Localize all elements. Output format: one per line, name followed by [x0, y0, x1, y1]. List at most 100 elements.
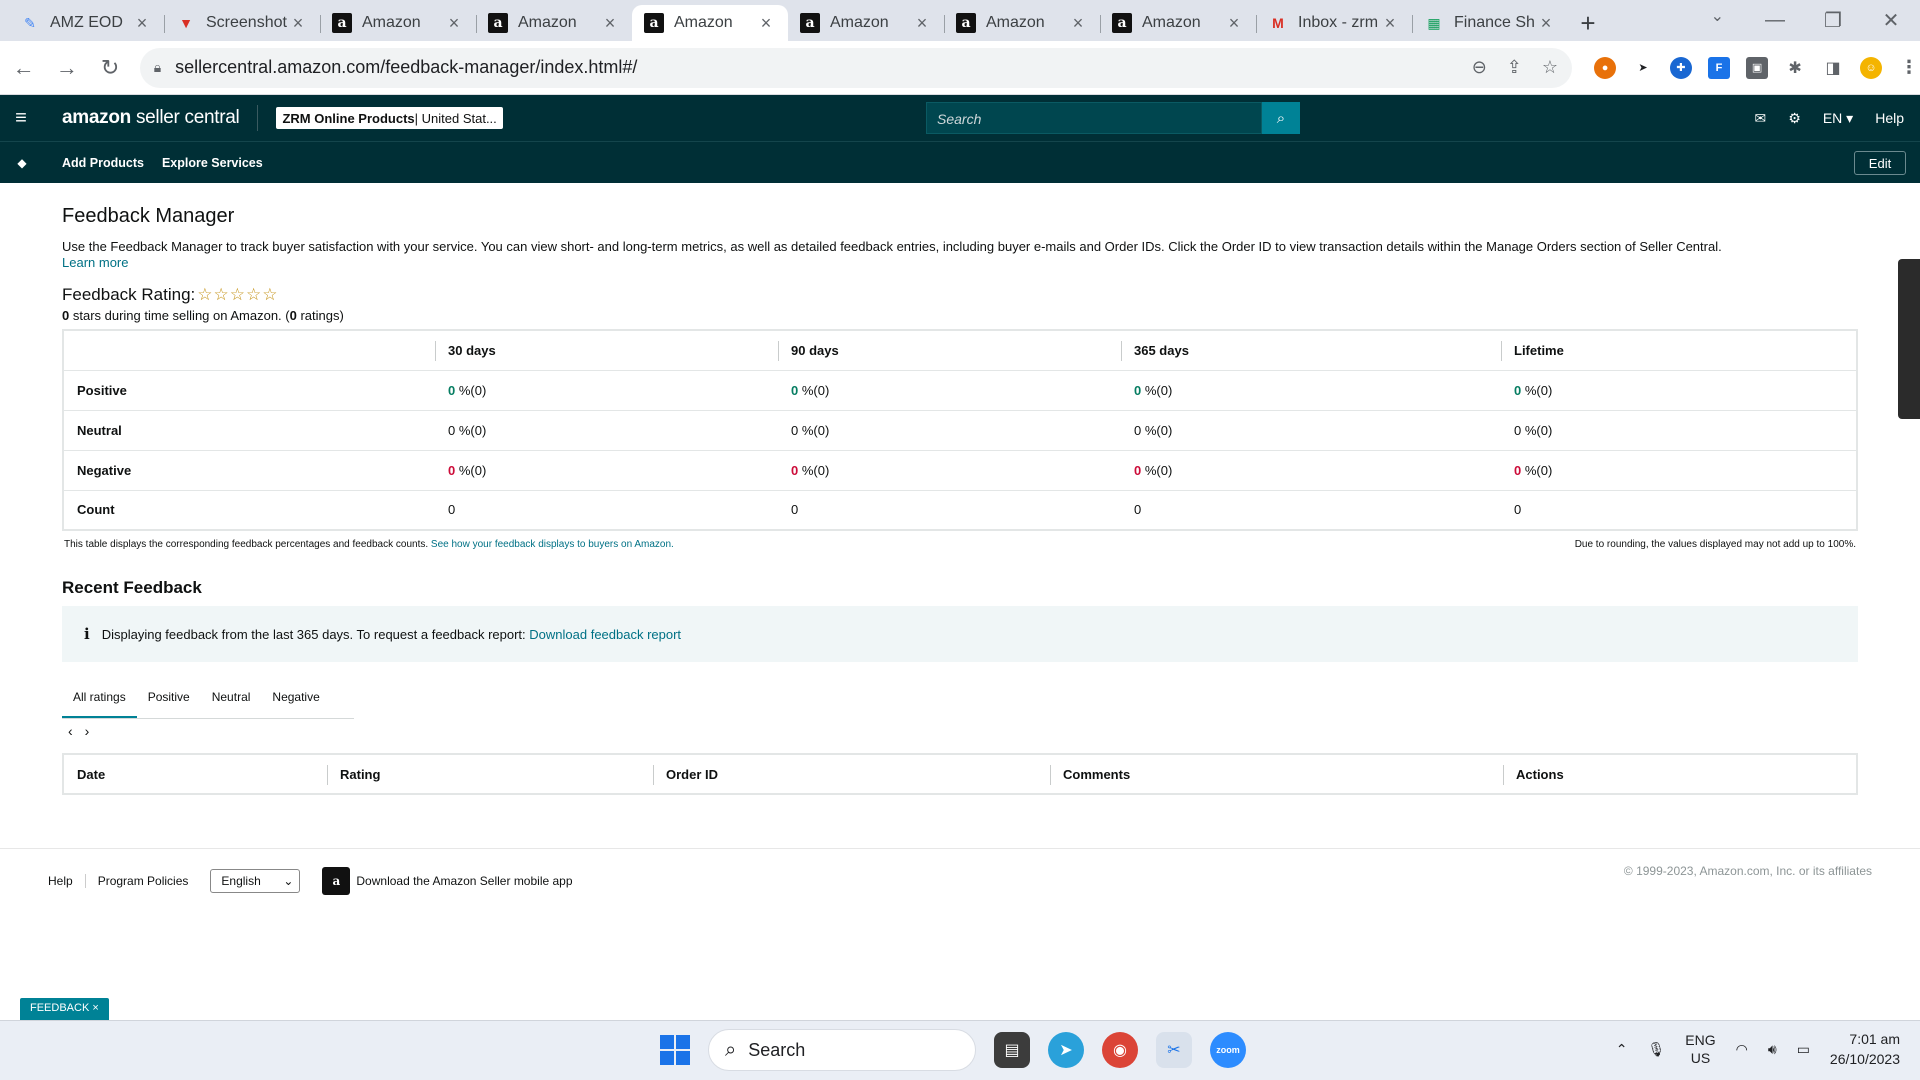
close-tab-icon[interactable]: × [444, 13, 464, 34]
cell-suffix: %(0) [1521, 382, 1553, 398]
account-switcher[interactable]: ZRM Online Products | United Stat... [276, 107, 503, 129]
lock-icon[interactable]: 🔒︎ [154, 59, 161, 76]
sheets-icon: ▦ [1427, 14, 1441, 31]
extension-icon[interactable]: ➤ [1632, 56, 1655, 79]
close-tab-icon[interactable]: × [1380, 13, 1400, 34]
input-language[interactable]: ENG US [1685, 1031, 1715, 1067]
browser-tab[interactable]: ▦ Finance Sh × [1412, 5, 1568, 41]
hamburger-menu-icon[interactable]: ≡ [0, 107, 42, 130]
column-header[interactable]: Rating [327, 754, 653, 794]
search-input[interactable]: Search [926, 102, 1262, 134]
windows-start-icon[interactable] [660, 1035, 690, 1065]
clock[interactable]: 7:01 am 26/10/2023 [1830, 1029, 1900, 1069]
menu-kebab-icon[interactable]: ⋮ [1898, 56, 1920, 79]
back-icon[interactable]: ← [4, 48, 43, 88]
column-header[interactable]: Date [63, 754, 327, 794]
mail-icon[interactable]: ✉ [1755, 110, 1767, 127]
close-tab-icon[interactable]: × [1068, 13, 1088, 34]
zoom-app-icon[interactable]: zoom [1210, 1032, 1246, 1068]
feedback-badge[interactable]: FEEDBACK × [20, 998, 109, 1020]
omnibox[interactable]: 🔒︎ sellercentral.amazon.com/feedback-man… [139, 47, 1573, 88]
close-tab-icon[interactable]: × [600, 13, 620, 34]
table-cell: 0 %(0) [1121, 450, 1501, 491]
file-explorer-icon[interactable]: ▤ [994, 1032, 1030, 1068]
chevron-right-icon[interactable]: › [85, 723, 90, 739]
close-tab-icon[interactable]: × [1224, 13, 1244, 34]
new-tab-button[interactable]: + [1568, 5, 1608, 41]
footer-help-link[interactable]: Help [48, 874, 86, 888]
learn-more-link[interactable]: Learn more [62, 255, 128, 270]
chevron-up-icon[interactable]: ⌃ [1616, 1041, 1628, 1058]
profile-avatar[interactable]: ☺ [1860, 56, 1883, 79]
tab-negative[interactable]: Negative [261, 680, 330, 718]
col-lifetime: Lifetime [1514, 342, 1564, 358]
chrome-icon[interactable]: ◉ [1102, 1032, 1138, 1068]
seller-central-logo[interactable]: amazon seller central [42, 105, 259, 131]
nav-add-products[interactable]: Add Products [62, 156, 144, 170]
fba-extension-icon[interactable]: F [1708, 56, 1731, 79]
see-feedback-link[interactable]: See how your feedback displays to buyers… [431, 539, 674, 550]
amazon-app-icon[interactable]: a [322, 867, 351, 895]
url-text[interactable]: sellercentral.amazon.com/feedback-manage… [175, 57, 1472, 78]
tab-positive[interactable]: Positive [137, 680, 201, 718]
extension-icon[interactable]: ● [1594, 56, 1617, 79]
taskbar-search[interactable]: ⌕ Search [708, 1029, 976, 1071]
minimize-icon[interactable]: — [1746, 0, 1804, 41]
reload-icon[interactable]: ↻ [90, 48, 129, 88]
browser-tab[interactable]: a Amazon × [476, 5, 632, 41]
browser-tab[interactable]: ▼ Screenshot × [164, 5, 320, 41]
extensions: ● ➤ ✚ F ▣ ✱ ◨ ☺ ⋮ [1594, 56, 1920, 79]
language-selector[interactable]: EN ▾ [1823, 110, 1853, 127]
browser-tab[interactable]: a Amazon × [632, 5, 788, 41]
edit-button[interactable]: Edit [1854, 151, 1906, 175]
close-tab-icon[interactable]: × [756, 13, 776, 34]
microphone-icon[interactable]: 🎙︎ [1648, 1041, 1666, 1058]
col-comments: Comments [1063, 766, 1131, 782]
close-window-icon[interactable]: ✕ [1862, 0, 1920, 41]
close-tab-icon[interactable]: × [1536, 13, 1556, 34]
search-icon[interactable]: ⌕ [1262, 102, 1300, 134]
help-link[interactable]: Help [1875, 110, 1904, 126]
restore-icon[interactable]: ❐ [1804, 0, 1862, 41]
column-header[interactable]: Order ID [653, 754, 1050, 794]
volume-icon[interactable]: 🔊︎ [1768, 1041, 1777, 1058]
extension-icon[interactable]: ✚ [1670, 56, 1693, 79]
browser-tab[interactable]: ✎ AMZ EOD × [8, 5, 164, 41]
puzzle-icon[interactable]: ✱ [1784, 56, 1807, 79]
extension-off-icon[interactable]: ▣ [1746, 56, 1769, 79]
bookmark-star-icon[interactable]: ☆ [1542, 57, 1558, 78]
footer-policies-link[interactable]: Program Policies [86, 874, 201, 888]
nav-explore-services[interactable]: Explore Services [162, 156, 263, 170]
snipping-tool-icon[interactable]: ✂ [1156, 1032, 1192, 1068]
browser-tab[interactable]: a Amazon × [1100, 5, 1256, 41]
side-panel-handle[interactable] [1898, 259, 1920, 419]
close-tab-icon[interactable]: × [288, 13, 308, 34]
browser-tab[interactable]: a Amazon × [320, 5, 476, 41]
close-tab-icon[interactable]: × [912, 13, 932, 34]
row-label: Negative [63, 450, 435, 491]
bookmark-icon[interactable]: ◆ [0, 156, 44, 170]
browser-tab[interactable]: a Amazon × [944, 5, 1100, 41]
sidepanel-icon[interactable]: ◨ [1822, 56, 1845, 79]
language-select[interactable]: English ⌄ [210, 869, 301, 893]
browser-tab[interactable]: M Inbox - zrm × [1256, 5, 1412, 41]
download-report-link[interactable]: Download feedback report [529, 627, 681, 642]
column-header: Lifetime [1501, 330, 1857, 371]
download-app-link[interactable]: Download the Amazon Seller mobile app [356, 874, 572, 888]
browser-tab[interactable]: a Amazon × [788, 5, 944, 41]
chevron-left-icon[interactable]: ‹ [68, 723, 73, 739]
tab-all-ratings[interactable]: All ratings [62, 680, 137, 718]
wifi-icon[interactable]: ◠ [1736, 1041, 1748, 1058]
share-icon[interactable]: ⇪ [1507, 57, 1522, 78]
gear-icon[interactable]: ⚙ [1788, 110, 1801, 127]
tab-neutral[interactable]: Neutral [201, 680, 262, 718]
close-tab-icon[interactable]: × [132, 13, 152, 34]
forward-icon[interactable]: → [47, 48, 86, 88]
info-alert: i Displaying feedback from the last 365 … [62, 606, 1858, 662]
battery-icon[interactable]: ▭ [1797, 1041, 1810, 1058]
tab-search-icon[interactable]: ⌄ [1711, 6, 1724, 26]
telegram-icon[interactable]: ➤ [1048, 1032, 1084, 1068]
main-content: Feedback Manager Use the Feedback Manage… [62, 183, 1858, 795]
zoom-icon[interactable]: ⊖ [1472, 57, 1487, 78]
tab-label: Amazon [518, 14, 577, 31]
